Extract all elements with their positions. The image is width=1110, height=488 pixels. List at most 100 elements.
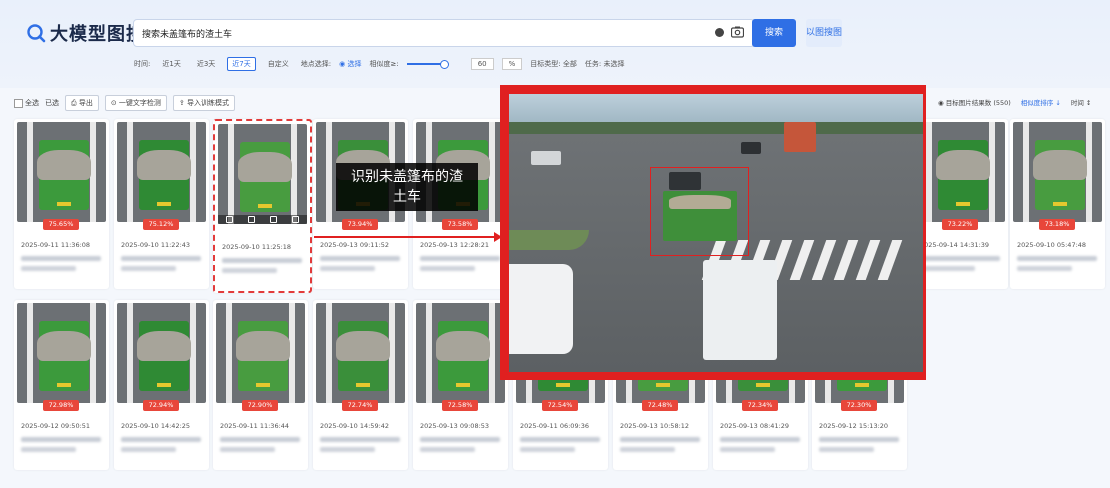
- similarity-badge: 72.48%: [642, 400, 678, 411]
- card-timestamp: 2025-09-13 08:41:29: [720, 422, 790, 430]
- blurred-location: [320, 447, 375, 452]
- card-actions[interactable]: [218, 215, 307, 224]
- similarity-badge: 73.22%: [942, 219, 978, 230]
- target-type-select[interactable]: 目标类型: 全部: [530, 59, 577, 69]
- logo: 大模型图搜: [26, 20, 145, 46]
- card-timestamp: 2025-09-14 14:31:39: [920, 241, 990, 249]
- blurred-location: [21, 266, 76, 271]
- sort-similarity-label: 相似度排序: [1020, 99, 1054, 107]
- similarity-badge: 72.74%: [342, 400, 378, 411]
- similarity-badge: 72.58%: [442, 400, 478, 411]
- blurred-location: [420, 266, 475, 271]
- result-card[interactable]: 72.90% 2025-09-11 11:36:44: [213, 300, 308, 470]
- card-timestamp: 2025-09-13 12:28:21: [420, 241, 490, 249]
- card-timestamp: 2025-09-11 11:36:08: [21, 241, 91, 249]
- result-card[interactable]: 75.65% 2025-09-11 11:36:08: [14, 119, 109, 289]
- search-input[interactable]: 搜索未盖篷布的渣土车: [133, 19, 755, 47]
- blurred-location: [21, 256, 101, 261]
- blurred-location: [1017, 256, 1097, 261]
- card-thumbnail[interactable]: [316, 303, 405, 403]
- sort-time-label: 时间: [1070, 99, 1084, 107]
- card-thumbnail[interactable]: [1013, 122, 1102, 222]
- similarity-label: 相似度≥:: [369, 60, 399, 68]
- card-thumbnail[interactable]: [17, 303, 106, 403]
- time-option-7d[interactable]: 近7天: [227, 57, 256, 71]
- time-option-3d[interactable]: 近3天: [193, 58, 219, 70]
- red-truck: [784, 122, 816, 152]
- sort-time[interactable]: 时间 ↕: [1071, 97, 1092, 107]
- card-timestamp: 2025-09-10 11:25:18: [222, 243, 292, 251]
- import-training-button[interactable]: ⇪ 导入训练模式: [172, 95, 236, 111]
- similarity-badge: 75.12%: [143, 219, 179, 230]
- result-card[interactable]: 75.12% 2025-09-10 11:22:43: [114, 119, 209, 289]
- select-all-checkbox[interactable]: 全选: [14, 98, 39, 108]
- card-thumbnail[interactable]: [17, 122, 106, 222]
- blurred-location: [320, 266, 375, 271]
- blurred-location: [819, 447, 874, 452]
- card-timestamp: 2025-09-10 14:42:25: [121, 422, 191, 430]
- result-card[interactable]: 72.58% 2025-09-13 09:08:53: [413, 300, 508, 470]
- filter-bar: 时间: 近1天 近3天 近7天 自定义 地点选择: ◉ 选择 相似度≥: 60 …: [134, 57, 624, 71]
- result-summary: ◉ 目标图片结果数 (550) 相似度排序 ↓ 时间 ↕: [938, 97, 1091, 107]
- text-detect-button[interactable]: ⊙ 一键文字检测: [104, 95, 167, 111]
- logo-text: 大模型图搜: [50, 24, 145, 45]
- similarity-badge: 72.98%: [43, 400, 79, 411]
- blurred-location: [420, 437, 500, 442]
- card-timestamp: 2025-09-10 14:59:42: [320, 422, 390, 430]
- blurred-location: [720, 447, 775, 452]
- card-thumbnail[interactable]: [916, 122, 1005, 222]
- preview-image: [509, 94, 923, 372]
- export-button[interactable]: ⎙ 导出: [65, 95, 99, 111]
- white-truck: [703, 260, 777, 360]
- location-label: 地点选择:: [300, 60, 332, 68]
- tooltip-line-2: 土车: [393, 189, 421, 205]
- location-select[interactable]: ◉ 选择: [339, 59, 361, 69]
- similarity-slider[interactable]: [406, 60, 449, 69]
- selected-label: 已选: [45, 99, 59, 107]
- camera-icon[interactable]: [731, 26, 744, 38]
- result-card[interactable]: 72.74% 2025-09-10 14:59:42: [313, 300, 408, 470]
- clear-icon[interactable]: [715, 28, 724, 37]
- card-thumbnail[interactable]: [218, 124, 307, 224]
- blurred-location: [320, 256, 400, 261]
- blurred-location: [420, 447, 475, 452]
- white-van: [509, 264, 573, 354]
- blurred-location: [222, 268, 277, 273]
- detection-box: [650, 167, 749, 256]
- card-timestamp: 2025-09-12 15:13:20: [819, 422, 889, 430]
- card-timestamp: 2025-09-13 09:08:53: [420, 422, 490, 430]
- blurred-location: [819, 437, 899, 442]
- result-card[interactable]: 73.18% 2025-09-10 05:47:48: [1010, 119, 1105, 289]
- result-card[interactable]: 73.22% 2025-09-14 14:31:39: [913, 119, 1008, 289]
- card-timestamp: 2025-09-13 09:11:52: [320, 241, 390, 249]
- blurred-location: [21, 437, 101, 442]
- similarity-badge: 73.18%: [1039, 219, 1075, 230]
- result-card[interactable]: 72.98% 2025-09-12 09:50:51: [14, 300, 109, 470]
- time-option-custom[interactable]: 自定义: [264, 58, 293, 70]
- card-timestamp: 2025-09-11 06:09:36: [520, 422, 590, 430]
- blurred-location: [220, 447, 275, 452]
- result-card[interactable]: 72.94% 2025-09-10 14:42:25: [114, 300, 209, 470]
- card-thumbnail[interactable]: [416, 303, 505, 403]
- card-thumbnail[interactable]: [216, 303, 305, 403]
- result-count-text: 目标图片结果数 (550): [945, 99, 1011, 107]
- blurred-location: [121, 256, 201, 261]
- card-thumbnail[interactable]: [117, 303, 206, 403]
- similarity-badge: 72.30%: [841, 400, 877, 411]
- select-all-label: 全选: [25, 99, 39, 107]
- similarity-badge: 75.65%: [43, 219, 79, 230]
- blurred-location: [320, 437, 400, 442]
- image-search-button[interactable]: 以图搜图: [806, 19, 842, 47]
- annotation-tooltip: 识别未盖篷布的渣 土车: [336, 163, 478, 211]
- sort-similarity[interactable]: 相似度排序 ↓: [1021, 97, 1061, 107]
- card-thumbnail[interactable]: [117, 122, 206, 222]
- search-button[interactable]: 搜索: [752, 19, 796, 47]
- result-card[interactable]: 2025-09-10 11:25:18: [213, 119, 312, 293]
- similarity-badge: 72.34%: [742, 400, 778, 411]
- card-timestamp: 2025-09-11 11:36:44: [220, 422, 290, 430]
- similarity-input[interactable]: 60: [470, 58, 494, 70]
- blurred-location: [920, 266, 975, 271]
- time-option-1d[interactable]: 近1天: [158, 58, 184, 70]
- pointer-arrow: [314, 236, 497, 238]
- task-select[interactable]: 任务: 未选择: [585, 59, 625, 69]
